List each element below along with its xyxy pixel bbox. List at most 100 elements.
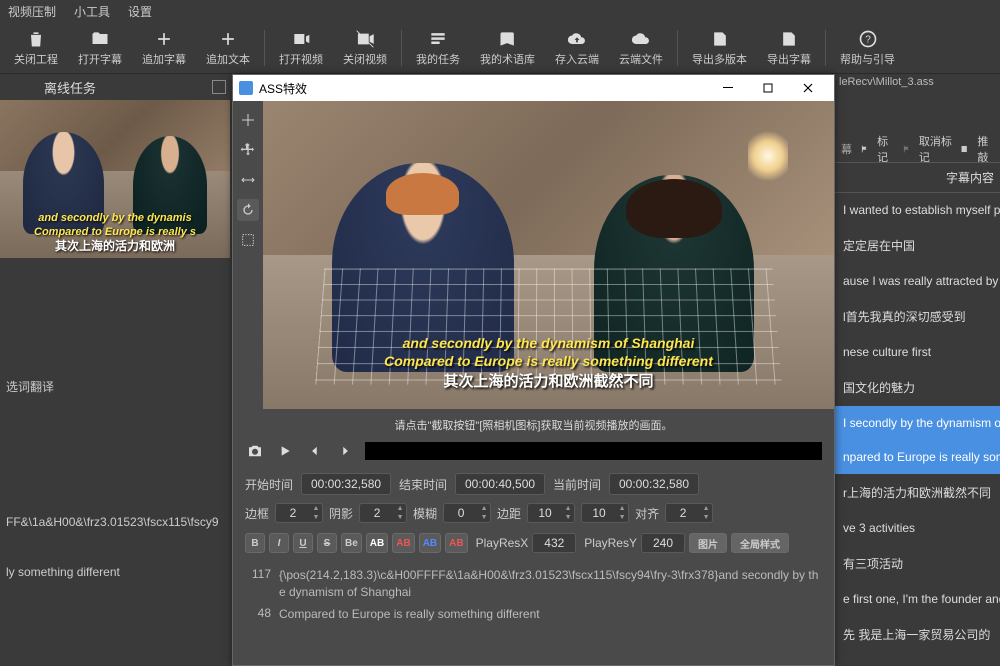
border-spinner[interactable]: ▲▼	[275, 503, 323, 523]
spacing-right-spinner[interactable]: ▲▼	[581, 503, 629, 523]
maximize-button[interactable]	[748, 75, 788, 101]
close-button[interactable]	[788, 75, 828, 101]
horizontal-icon[interactable]	[237, 169, 259, 191]
menu-tools[interactable]: 小工具	[74, 3, 110, 20]
code-line[interactable]: 117{\pos(214.2,183.3)\c&H00FFFF&\1a&H00&…	[245, 565, 822, 604]
cloud-files-button[interactable]: 云端文件	[609, 27, 673, 69]
minimize-button[interactable]	[708, 75, 748, 101]
rotate-icon[interactable]	[237, 199, 259, 221]
folder-open-icon	[90, 29, 110, 49]
help-button[interactable]: ?帮助与引导	[830, 27, 905, 69]
italic-button[interactable]: I	[269, 533, 289, 553]
video-off-icon	[355, 29, 375, 49]
menu-settings[interactable]: 设置	[128, 3, 152, 20]
playresx-input[interactable]	[532, 533, 576, 553]
shadow-spinner[interactable]: ▲▼	[359, 503, 407, 523]
line-text: Compared to Europe is really something d…	[279, 606, 822, 623]
prev-button[interactable]	[305, 441, 325, 461]
add-text-button[interactable]: 追加文本	[196, 27, 260, 69]
push-button[interactable]: 推敲	[977, 133, 994, 165]
color-shadow-button[interactable]: AB	[445, 533, 467, 553]
subtitle-item[interactable]: I secondly by the dynamism of Sh	[835, 406, 1000, 440]
progress-bar[interactable]	[365, 442, 822, 460]
align-label: 对齐	[635, 505, 659, 522]
subtitle-item[interactable]: I wanted to establish myself per	[835, 193, 1000, 227]
subtitle-list[interactable]: I wanted to establish myself per定定居在中国au…	[835, 193, 1000, 653]
strike-button[interactable]: S	[317, 533, 337, 553]
blur-spinner[interactable]: ▲▼	[443, 503, 491, 523]
move-icon[interactable]	[237, 139, 259, 161]
bold-button[interactable]: B	[245, 533, 265, 553]
shadow-label: 阴影	[329, 505, 353, 522]
subtitle-item[interactable]: r上海的活力和欧洲截然不同	[835, 474, 1000, 511]
close-video-button[interactable]: 关闭视频	[333, 27, 397, 69]
list-check-icon	[428, 29, 448, 49]
close-project-button[interactable]: 关闭工程	[4, 27, 68, 69]
format-row: B I U S Be AB AB AB AB PlayResX PlayResY…	[233, 527, 834, 559]
open-subtitle-button[interactable]: 打开字幕	[68, 27, 132, 69]
color-secondary-button[interactable]: AB	[392, 533, 414, 553]
my-tasks-button[interactable]: 我的任务	[406, 27, 470, 69]
video-preview[interactable]: and secondly by the dynamism of Shanghai…	[263, 101, 834, 409]
cloud-up-icon	[567, 29, 587, 49]
crosshair-icon[interactable]	[237, 109, 259, 131]
select-translate-label: 选词翻译	[0, 368, 230, 405]
code-line[interactable]: 48Compared to Europe is really something…	[245, 604, 822, 625]
image-button[interactable]: 图片	[689, 533, 727, 553]
export-subtitle-button[interactable]: 导出字幕	[757, 27, 821, 69]
subtitle-item[interactable]: nese culture first	[835, 335, 1000, 369]
next-button[interactable]	[335, 441, 355, 461]
global-style-button[interactable]: 全局样式	[731, 533, 789, 553]
subtitle-item[interactable]: l首先我真的深切感受到	[835, 298, 1000, 335]
end-time-input[interactable]: 00:00:40,500	[455, 473, 545, 495]
preview-side-tools	[233, 101, 263, 409]
blur-label: 模糊	[413, 505, 437, 522]
current-time-input[interactable]: 00:00:32,580	[609, 473, 699, 495]
open-video-button[interactable]: 打开视频	[269, 27, 333, 69]
spacing-label: 边距	[497, 505, 521, 522]
start-time-input[interactable]: 00:00:32,580	[301, 473, 391, 495]
color-primary-button[interactable]: AB	[366, 533, 388, 553]
underline-button[interactable]: U	[293, 533, 313, 553]
top-menu: 视频压制 小工具 设置	[0, 0, 1000, 22]
dialog-title: ASS特效	[259, 80, 307, 97]
be-button[interactable]: Be	[341, 533, 362, 553]
unmark-button[interactable]: 取消标记	[919, 133, 952, 165]
subtitle-item[interactable]: ve 3 activities	[835, 511, 1000, 545]
offline-tasks-title: 离线任务	[0, 74, 230, 100]
color-outline-button[interactable]: AB	[419, 533, 441, 553]
save-cloud-button[interactable]: 存入云端	[545, 27, 609, 69]
subtitle-item[interactable]: 国文化的魅力	[835, 369, 1000, 406]
time-row: 开始时间 00:00:32,580 结束时间 00:00:40,500 当前时间…	[233, 469, 834, 499]
menu-video[interactable]: 视频压制	[8, 3, 56, 20]
video-icon	[291, 29, 311, 49]
bounds-icon[interactable]	[237, 229, 259, 251]
start-time-label: 开始时间	[245, 476, 293, 493]
capture-button[interactable]	[245, 441, 265, 461]
offline-tasks-pane: 离线任务 and secondly by the dynamis Compare…	[0, 74, 230, 589]
app-icon	[239, 81, 253, 95]
line-text: {\pos(214.2,183.3)\c&H00FFFF&\1a&H00&\fr…	[279, 567, 822, 602]
subtitle-item[interactable]: npared to Europe is really someth	[835, 440, 1000, 474]
subtitle-item[interactable]: ause I was really attracted by	[835, 264, 1000, 298]
bg-subtitle-3: 其次上海的活力和欧洲	[4, 237, 226, 254]
playresy-input[interactable]	[641, 533, 685, 553]
code-lines: 117{\pos(214.2,183.3)\c&H00FFFF&\1a&H00&…	[233, 559, 834, 631]
subtitle-item[interactable]: e first one, I'm the founder and th	[835, 582, 1000, 616]
subtitle-item[interactable]: 定定居在中国	[835, 227, 1000, 264]
align-spinner[interactable]: ▲▼	[665, 503, 713, 523]
spacing-left-spinner[interactable]: ▲▼	[527, 503, 575, 523]
subtitle-header: 字幕内容	[835, 162, 1000, 193]
dialog-titlebar[interactable]: ASS特效	[233, 75, 834, 101]
add-subtitle-button[interactable]: 追加字幕	[132, 27, 196, 69]
subtitle-item[interactable]: 有三项活动	[835, 545, 1000, 582]
playresy-label: PlayResY	[584, 536, 637, 550]
subtitle-item[interactable]: 先 我是上海一家贸易公司的	[835, 616, 1000, 653]
play-button[interactable]	[275, 441, 295, 461]
export-multi-button[interactable]: 导出多版本	[682, 27, 757, 69]
end-time-label: 结束时间	[399, 476, 447, 493]
my-glossary-button[interactable]: 我的术语库	[470, 27, 545, 69]
subtitle-list-pane: leRecv\Millot_3.ass 幕 标记 取消标记 推敲 字幕内容 I …	[835, 74, 1000, 666]
trash-icon	[26, 29, 46, 49]
mark-button[interactable]: 标记	[877, 133, 894, 165]
